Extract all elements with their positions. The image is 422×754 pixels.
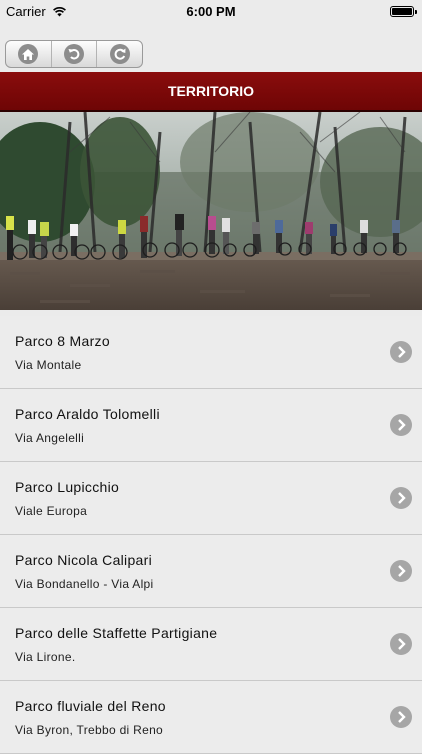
park-address: Via Lirone. <box>15 650 76 664</box>
park-address: Via Byron, Trebbo di Reno <box>15 723 164 737</box>
list-item[interactable]: Parco Lupicchio Viale Europa <box>0 462 422 535</box>
park-name: Parco Nicola Calipari <box>15 552 153 568</box>
page-title: TERRITORIO <box>167 83 255 99</box>
park-name: Parco fluviale del Reno <box>15 698 166 714</box>
park-name: Parco Lupicchio <box>15 479 120 495</box>
list-item[interactable]: Parco Nicola Calipari Via Bondanello - V… <box>0 535 422 608</box>
status-time: 6:00 PM <box>186 3 236 19</box>
refresh-button[interactable] <box>97 41 142 67</box>
list-item[interactable]: Parco 8 Marzo Via Montale <box>0 316 422 389</box>
list-item[interactable]: Parco delle Staffette Partigiane Via Lir… <box>0 608 422 681</box>
hero-image <box>0 112 422 310</box>
chevron-right-icon[interactable] <box>390 341 412 363</box>
back-button[interactable] <box>52 41 98 67</box>
page-title-bar: TERRITORIO <box>0 72 422 112</box>
list-item[interactable]: Parco fluviale del Reno Via Byron, Trebb… <box>0 681 422 754</box>
chevron-right-icon[interactable] <box>390 706 412 728</box>
home-button[interactable] <box>6 41 52 67</box>
park-name: Parco 8 Marzo <box>15 333 110 349</box>
park-address: Via Bondanello - Via Alpi <box>15 577 154 591</box>
park-address: Via Angelelli <box>15 431 85 445</box>
cyclists-in-park-photo <box>0 112 422 310</box>
list-item[interactable]: Parco Araldo Tolomelli Via Angelelli <box>0 389 422 462</box>
nav-button-group <box>5 40 143 68</box>
undo-icon <box>64 44 84 64</box>
park-name: Parco Araldo Tolomelli <box>15 406 160 422</box>
park-address: Viale Europa <box>15 504 88 518</box>
park-name: Parco delle Staffette Partigiane <box>15 625 218 641</box>
chevron-right-icon[interactable] <box>390 633 412 655</box>
toolbar <box>0 22 422 72</box>
home-icon <box>18 44 39 64</box>
refresh-icon <box>109 44 130 64</box>
chevron-right-icon[interactable] <box>390 560 412 582</box>
status-bar: Carrier 6:00 PM <box>0 0 422 22</box>
battery-icon <box>390 5 417 17</box>
chevron-right-icon[interactable] <box>390 414 412 436</box>
parks-list: Parco 8 Marzo Via Montale Parco Araldo T… <box>0 316 422 754</box>
park-address: Via Montale <box>15 358 82 372</box>
chevron-right-icon[interactable] <box>390 487 412 509</box>
